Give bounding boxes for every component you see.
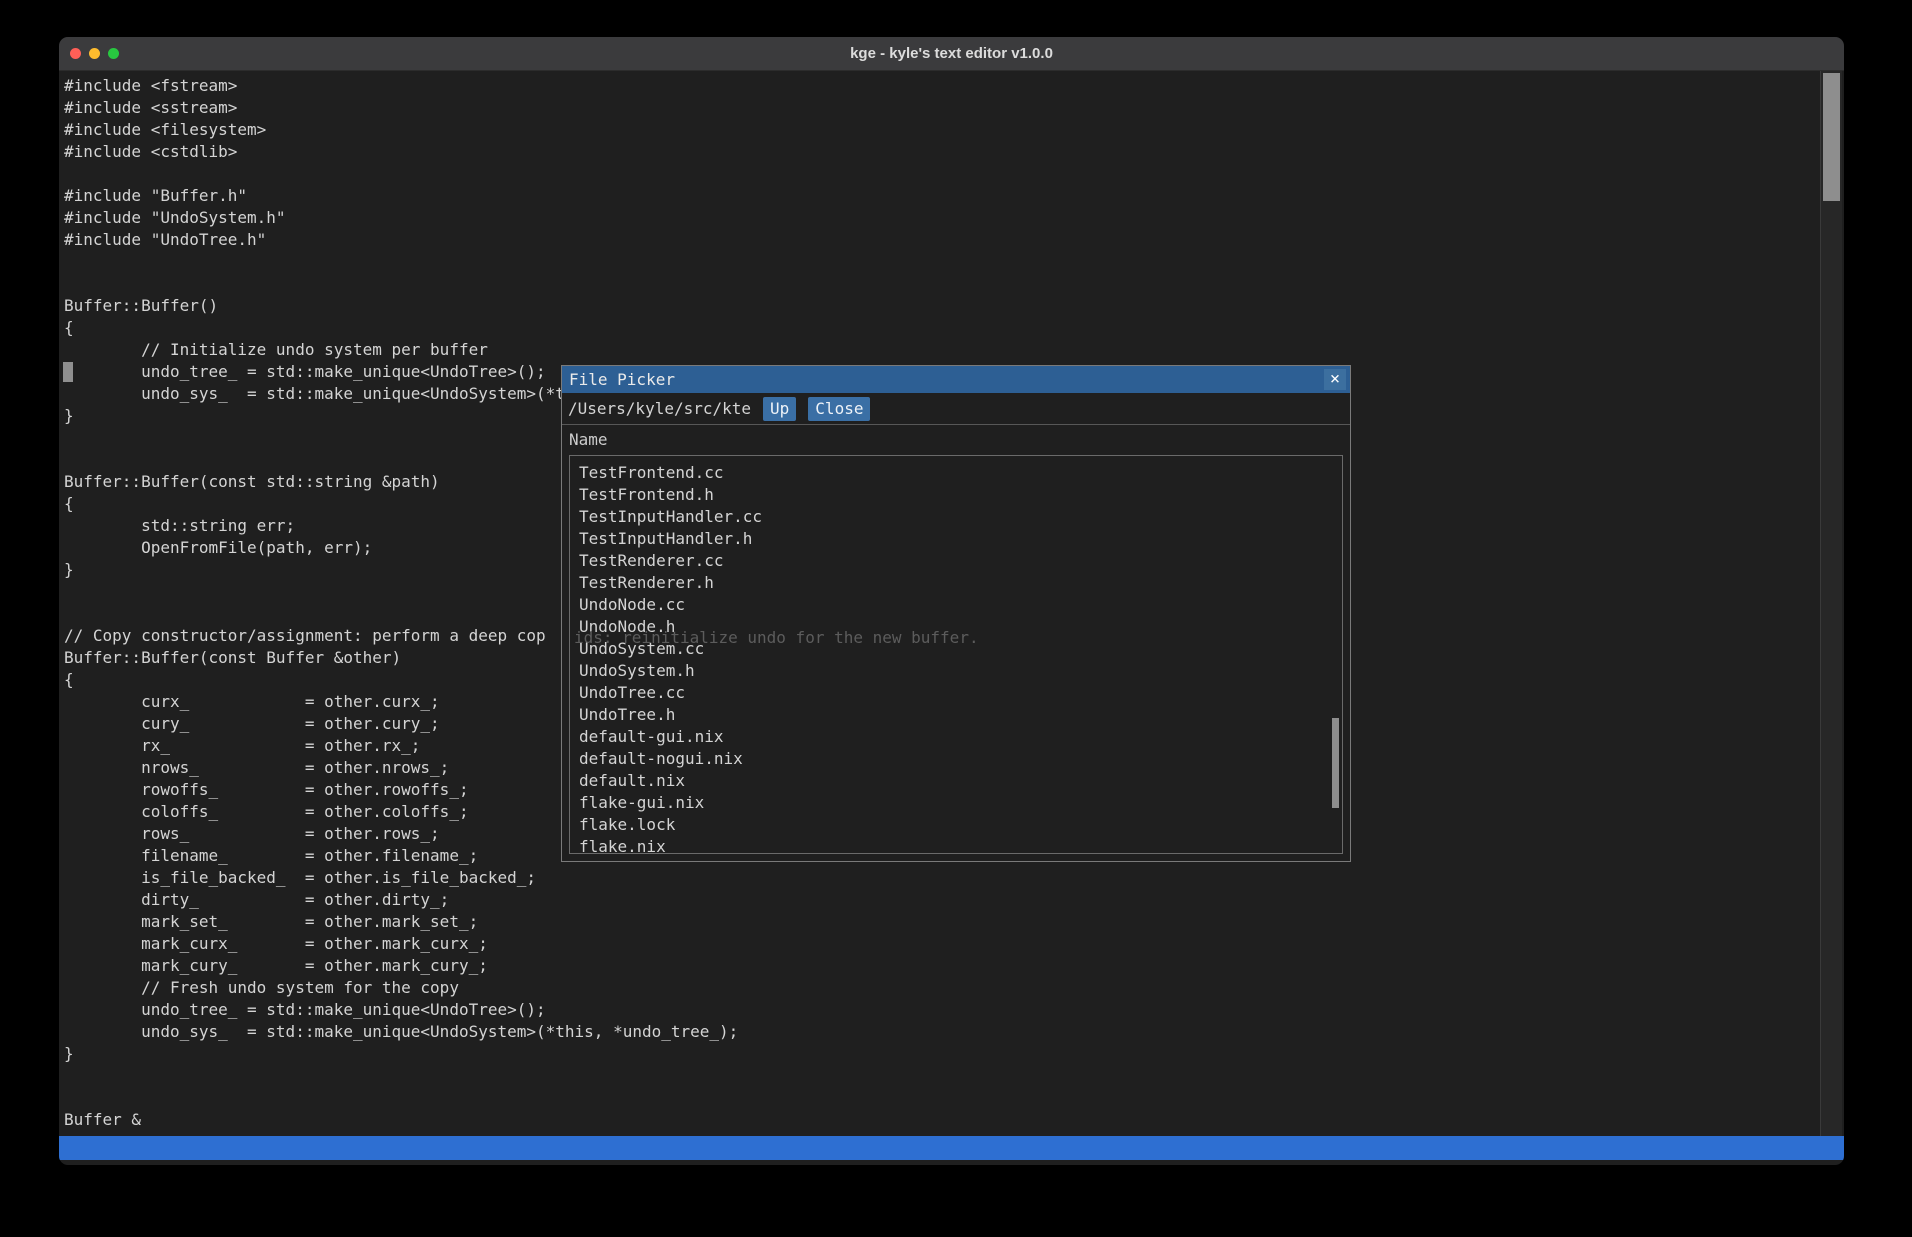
code-line: Buffer & xyxy=(64,1109,1814,1131)
code-line xyxy=(64,163,1814,185)
window-titlebar[interactable]: kge - kyle's text editor v1.0.0 xyxy=(59,37,1844,71)
file-row[interactable]: UndoNode.cc xyxy=(579,594,1342,616)
code-line: #include <sstream> xyxy=(64,97,1814,119)
dialog-path-row: /Users/kyle/src/kte Up Close xyxy=(562,393,1350,424)
code-line: mark_curx_ = other.mark_curx_; xyxy=(64,933,1814,955)
file-row[interactable]: flake.nix xyxy=(579,836,1342,854)
window-title: kge - kyle's text editor v1.0.0 xyxy=(59,37,1844,70)
code-line: mark_set_ = other.mark_set_; xyxy=(64,911,1814,933)
desktop: kge - kyle's text editor v1.0.0 #include… xyxy=(0,0,1912,1237)
column-header-name: Name xyxy=(569,429,608,451)
dialog-titlebar[interactable]: File Picker × xyxy=(562,366,1350,393)
code-line: undo_sys_ = std::make_unique<UndoSystem>… xyxy=(64,1021,1814,1043)
code-line: mark_cury_ = other.mark_cury_; xyxy=(64,955,1814,977)
code-line: #include "UndoTree.h" xyxy=(64,229,1814,251)
minimize-window-button[interactable] xyxy=(89,48,100,59)
code-line xyxy=(64,1087,1814,1109)
file-row[interactable]: TestInputHandler.cc xyxy=(579,506,1342,528)
status-bar: kge v1.0.0 [1/1] Buffer.cc 486L Open Fil… xyxy=(59,1136,1844,1160)
file-row[interactable]: TestFrontend.h xyxy=(579,484,1342,506)
code-line: #include <cstdlib> xyxy=(64,141,1814,163)
code-line: #include "UndoSystem.h" xyxy=(64,207,1814,229)
code-line: dirty_ = other.dirty_; xyxy=(64,889,1814,911)
editor-scrollbar[interactable] xyxy=(1820,71,1842,1136)
file-row[interactable]: UndoTree.cc xyxy=(579,682,1342,704)
text-cursor xyxy=(63,362,73,382)
file-row[interactable]: UndoSystem.cc xyxy=(579,638,1342,660)
code-line: is_file_backed_ = other.is_file_backed_; xyxy=(64,867,1814,889)
file-row[interactable]: TestFrontend.cc xyxy=(579,462,1342,484)
file-list-scrollbar-thumb[interactable] xyxy=(1332,718,1339,808)
dialog-close-icon[interactable]: × xyxy=(1324,369,1346,390)
code-line: undo_tree_ = std::make_unique<UndoTree>(… xyxy=(64,999,1814,1021)
file-row[interactable]: UndoNode.h xyxy=(579,616,1342,638)
file-row[interactable]: default.nix xyxy=(579,770,1342,792)
file-row[interactable]: UndoTree.h xyxy=(579,704,1342,726)
code-line xyxy=(64,1065,1814,1087)
file-picker-dialog: File Picker × /Users/kyle/src/kte Up Clo… xyxy=(561,365,1351,862)
code-line xyxy=(64,251,1814,273)
file-row[interactable]: default-nogui.nix xyxy=(579,748,1342,770)
code-line: // Fresh undo system for the copy xyxy=(64,977,1814,999)
code-line: { xyxy=(64,317,1814,339)
file-row[interactable]: UndoSystem.h xyxy=(579,660,1342,682)
file-row[interactable]: TestInputHandler.h xyxy=(579,528,1342,550)
code-line: Buffer::Buffer() xyxy=(64,295,1814,317)
file-row[interactable]: TestRenderer.h xyxy=(579,572,1342,594)
code-line xyxy=(64,273,1814,295)
file-row[interactable]: flake.lock xyxy=(579,814,1342,836)
file-row[interactable]: flake-gui.nix xyxy=(579,792,1342,814)
file-list: TestFrontend.ccTestFrontend.hTestInputHa… xyxy=(569,455,1343,854)
close-window-button[interactable] xyxy=(70,48,81,59)
zoom-window-button[interactable] xyxy=(108,48,119,59)
up-button[interactable]: Up xyxy=(763,397,796,421)
code-line: } xyxy=(64,1043,1814,1065)
dialog-title: File Picker xyxy=(562,370,675,389)
current-path: /Users/kyle/src/kte xyxy=(568,399,751,418)
code-line: #include "Buffer.h" xyxy=(64,185,1814,207)
code-line: #include <fstream> xyxy=(64,75,1814,97)
dialog-separator xyxy=(562,424,1350,425)
file-row[interactable]: TestRenderer.cc xyxy=(579,550,1342,572)
code-line: #include <filesystem> xyxy=(64,119,1814,141)
close-button[interactable]: Close xyxy=(808,397,870,421)
file-row[interactable]: default-gui.nix xyxy=(579,726,1342,748)
status-version-file: kge v1.0.0 [1/1] Buffer.cc 486L xyxy=(69,1160,377,1165)
editor-scrollbar-thumb[interactable] xyxy=(1823,73,1840,201)
code-line: // Initialize undo system per buffer xyxy=(64,339,1814,361)
